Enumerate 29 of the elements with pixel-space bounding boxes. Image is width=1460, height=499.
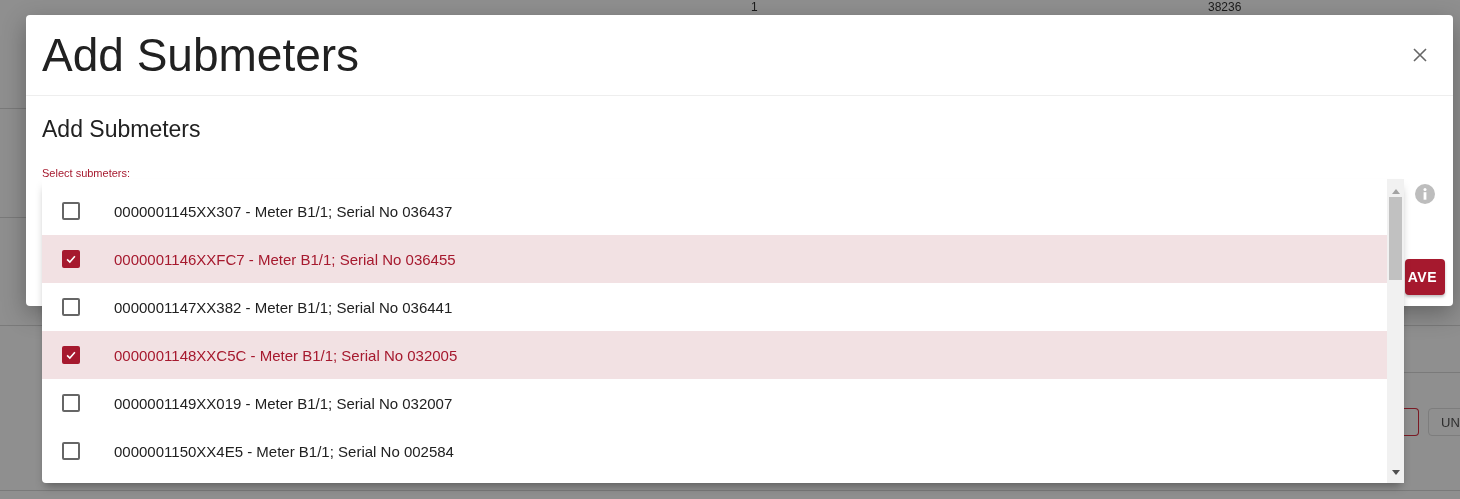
checkbox[interactable] (62, 250, 80, 268)
option-row[interactable]: 0000001145XX307 - Meter B1/1; Serial No 036437 (42, 187, 1387, 235)
option-row[interactable]: 0000001149XX019 - Meter B1/1; Serial No 032007 (42, 379, 1387, 427)
option-row[interactable]: 0000001148XXC5C - Meter B1/1; Serial No 032005 (42, 331, 1387, 379)
checkbox[interactable] (62, 394, 80, 412)
dialog-title: Add Submeters (42, 28, 360, 82)
section-heading: Add Submeters (42, 116, 202, 143)
checkbox[interactable] (62, 202, 80, 220)
scrollbar[interactable] (1387, 179, 1404, 483)
scrollbar-thumb[interactable] (1389, 197, 1402, 280)
option-label: 0000001148XXC5C - Meter B1/1; Serial No 032005 (114, 346, 458, 364)
option-row[interactable]: 0000001150XX4E5 - Meter B1/1; Serial No 002584 (42, 427, 1387, 475)
scroll-down-icon[interactable] (1392, 470, 1400, 475)
option-label: 0000001149XX019 - Meter B1/1; Serial No 032007 (114, 394, 453, 412)
option-label: 0000001147XX382 - Meter B1/1; Serial No 036441 (114, 298, 453, 316)
option-label: 0000001145XX307 - Meter B1/1; Serial No 036437 (114, 202, 453, 220)
table-cell: 38236 (1208, 0, 1242, 14)
checkbox[interactable] (62, 442, 80, 460)
option-label: 0000001150XX4E5 - Meter B1/1; Serial No 002584 (114, 442, 454, 460)
option-row[interactable]: 0000001147XX382 - Meter B1/1; Serial No 036441 (42, 283, 1387, 331)
save-button[interactable]: AVE (1405, 259, 1445, 295)
checkbox[interactable] (62, 298, 80, 316)
checkbox[interactable] (62, 346, 80, 364)
close-icon[interactable] (1413, 48, 1427, 62)
field-label: Select submeters: (42, 167, 132, 179)
outlined-button[interactable]: UN (1428, 408, 1460, 436)
option-row[interactable]: 0000001146XXFC7 - Meter B1/1; Serial No 036455 (42, 235, 1387, 283)
option-label: 0000001146XXFC7 - Meter B1/1; Serial No 036455 (114, 250, 456, 268)
table-cell: 1 (751, 0, 758, 14)
